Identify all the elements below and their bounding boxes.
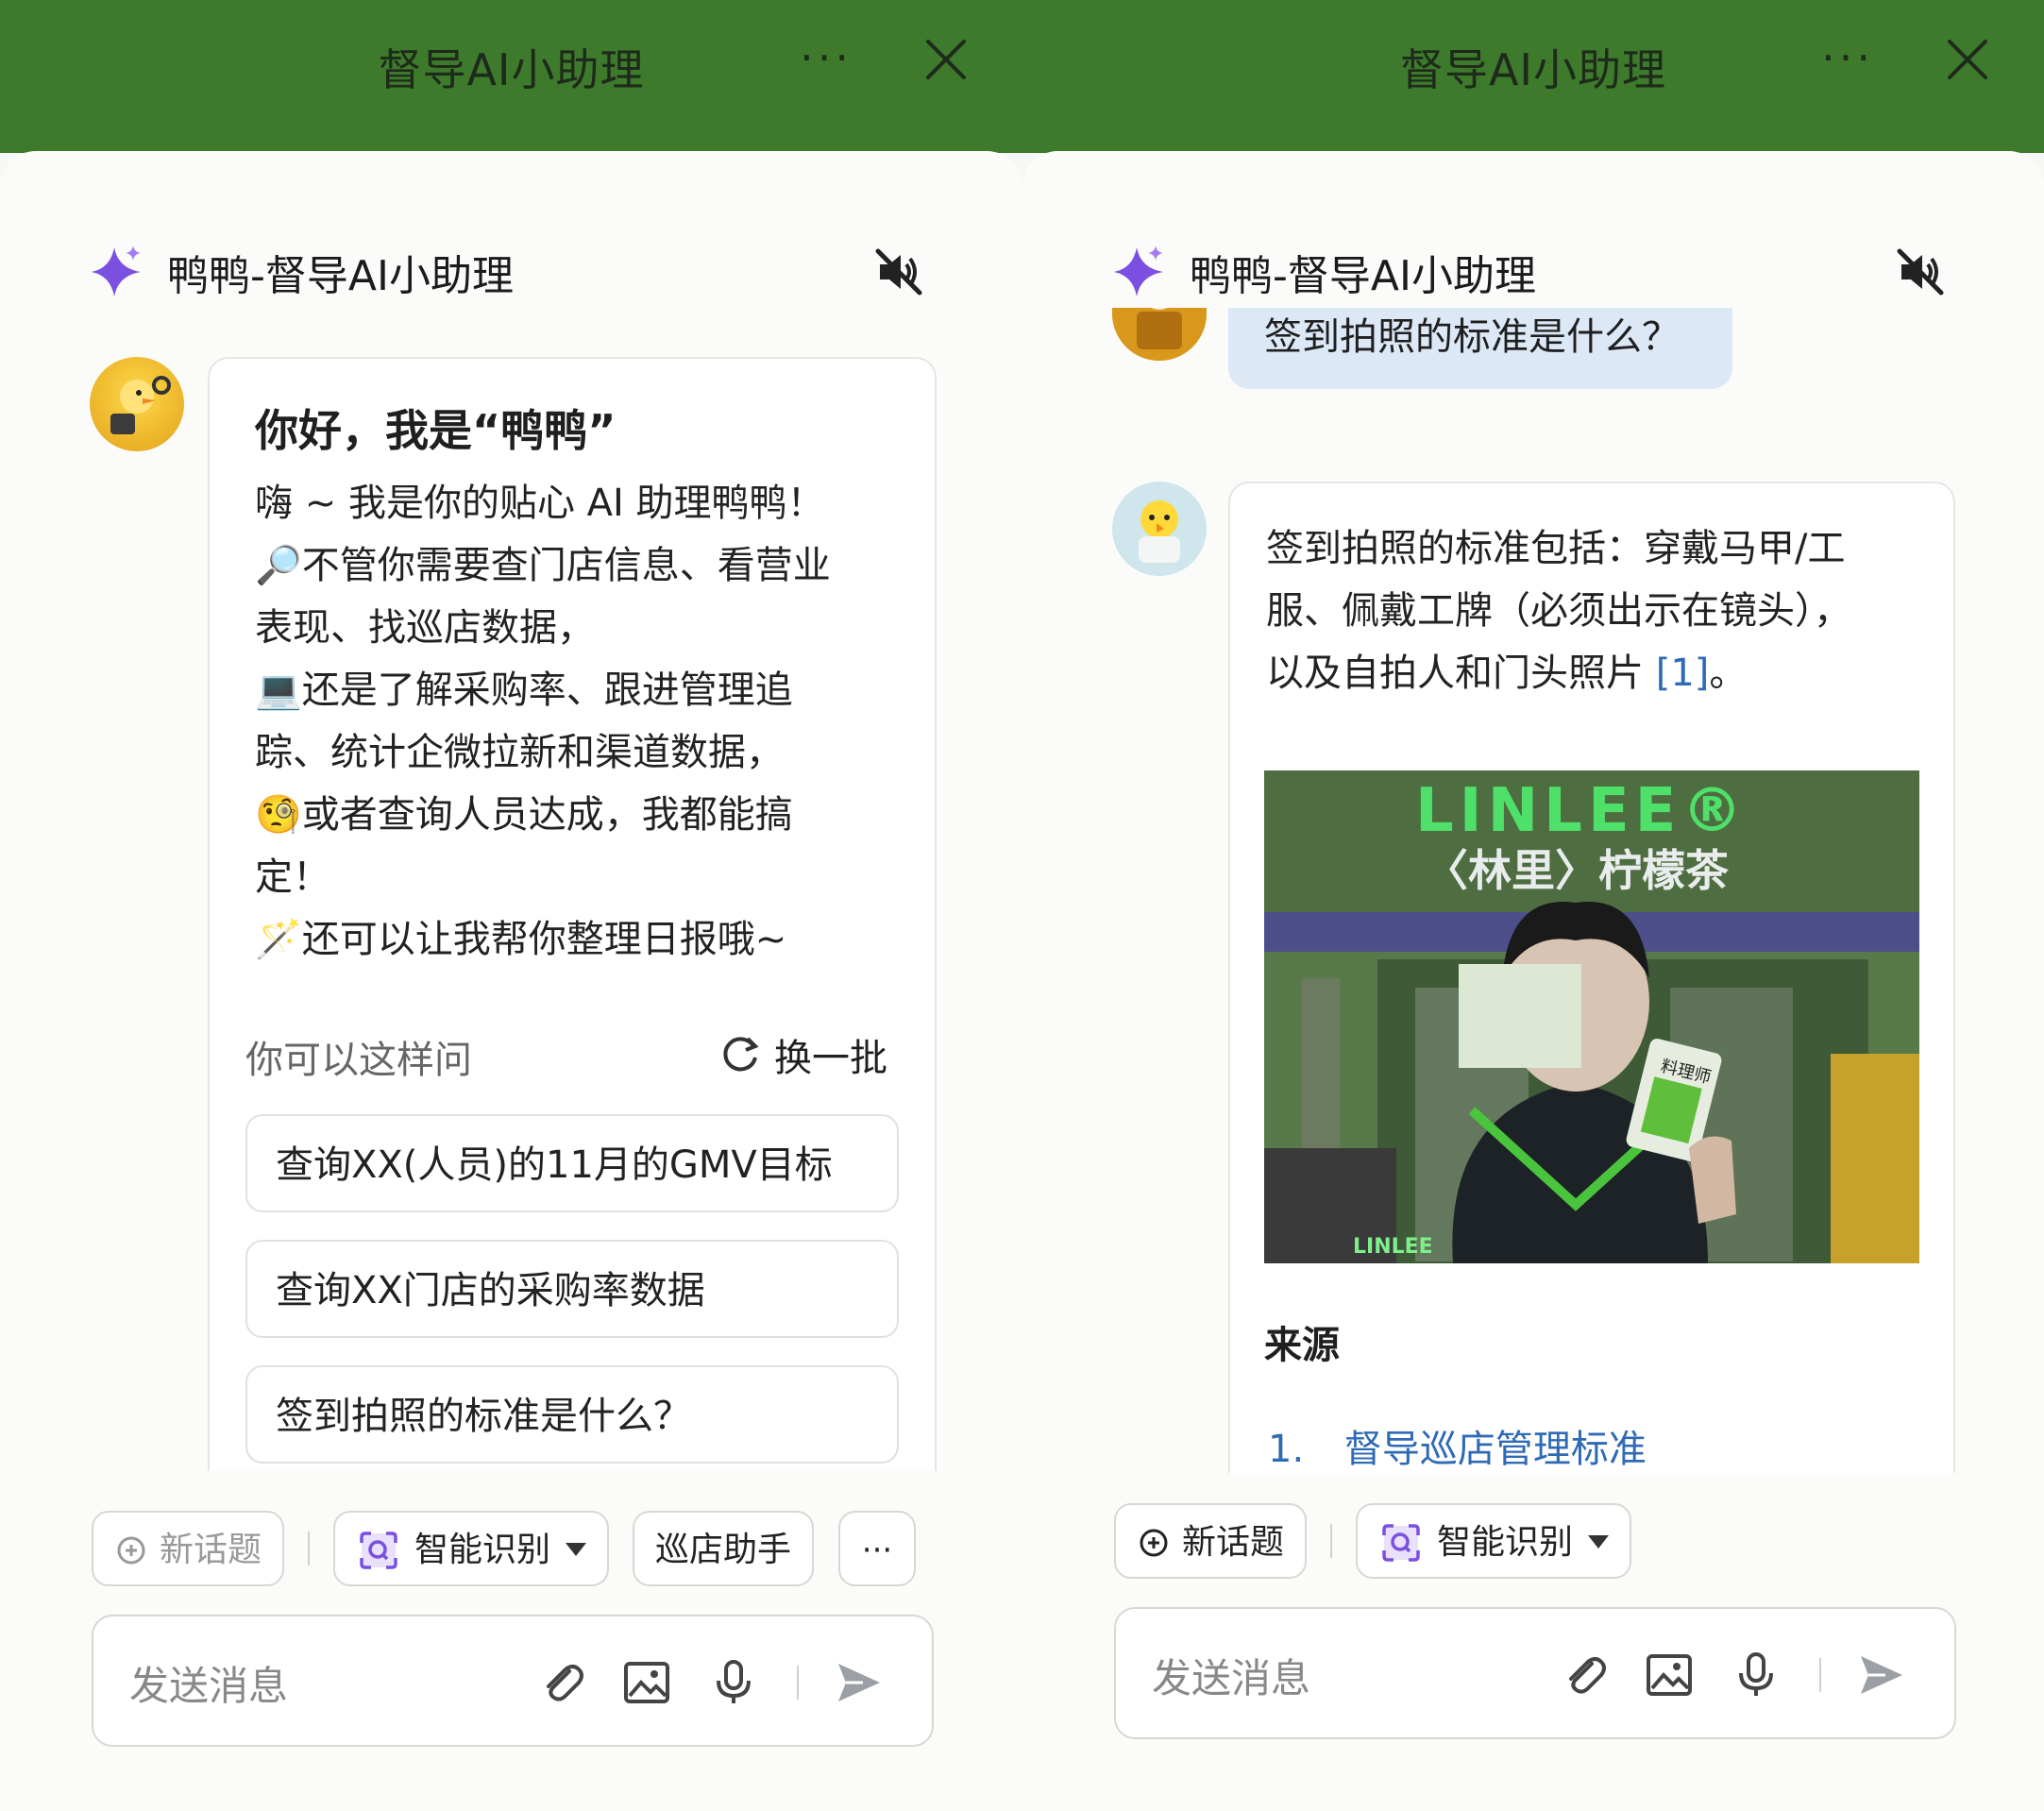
app-title: 督导AI小助理 — [378, 44, 645, 95]
close-icon[interactable] — [924, 38, 968, 81]
duck-avatar — [1112, 482, 1207, 576]
user-message-text: 签到拍照的标准是什么？ — [1264, 315, 1680, 359]
divider — [797, 1666, 799, 1700]
assistant-name: 鸭鸭-督导AI小助理 — [167, 252, 514, 300]
divider — [1819, 1658, 1821, 1692]
welcome-line: 🔎不管你需要查门店信息、看营业 — [255, 544, 831, 587]
checkin-photo[interactable]: LINLEE® 〈林里〉柠檬茶 料理师 LINLEE — [1264, 770, 1919, 1263]
answer-line: 签到拍照的标准包括：穿戴马甲/工 — [1266, 527, 1846, 570]
welcome-card: 你好，我是“鸭鸭” 嗨 ~ 我是你的贴心 AI 助理鸭鸭！ 🔎不管你需要查门店信… — [208, 357, 937, 1473]
answer-line-last: 以及自拍人和门头照片 [1]。 — [1266, 652, 1748, 695]
new-topic-label: 新话题 — [1182, 1523, 1285, 1562]
source-item[interactable]: 1. 督导巡店管理标准 — [1268, 1418, 1647, 1473]
shirt-logo: LINLEE — [1353, 1235, 1433, 1259]
suggestion-chip[interactable]: 签到拍照的标准是什么？ — [245, 1365, 899, 1464]
more-menu-button[interactable]: ··· — [1821, 32, 1874, 83]
sources-title: 来源 — [1264, 1324, 1340, 1367]
right-chat-panel: 督导AI小助理 ··· 签到拍照的标准是什么？ 签到拍照的标准包括：穿戴马甲/工… — [1022, 0, 2044, 1811]
source-index: 1. — [1268, 1428, 1305, 1471]
assistant-name: 鸭鸭-督导AI小助理 — [1190, 252, 1536, 300]
more-tools-button[interactable]: ··· — [838, 1511, 916, 1586]
app-title: 督导AI小助理 — [1399, 44, 1667, 95]
suggestion-chip[interactable]: 查询XX(人员)的11月的GMV目标 — [245, 1114, 899, 1212]
mute-icon[interactable] — [1896, 247, 1945, 296]
scan-icon — [1382, 1524, 1420, 1562]
welcome-title: 你好，我是“鸭鸭” — [255, 405, 617, 456]
assistant-header: 鸭鸭-督导AI小助理 — [90, 238, 966, 304]
left-chat-panel: 督导AI小助理 ··· 鸭鸭-督导AI小助理 你好，我是“鸭鸭” 嗨 ~ 我是你… — [0, 0, 1022, 1811]
smart-recognition-dropdown[interactable]: 智能识别 — [1356, 1503, 1631, 1579]
close-icon[interactable] — [1946, 38, 1989, 81]
divider — [308, 1532, 310, 1566]
image-icon[interactable] — [622, 1658, 671, 1707]
message-placeholder: 发送消息 — [1152, 1655, 1311, 1701]
message-input[interactable]: 发送消息 — [92, 1615, 934, 1747]
shop-assistant-button[interactable]: 巡店助手 — [633, 1511, 814, 1586]
attachment-icon[interactable] — [1560, 1650, 1609, 1700]
caret-down-icon — [1588, 1535, 1609, 1549]
welcome-line: 嗨 ~ 我是你的贴心 AI 助理鸭鸭！ — [255, 482, 825, 525]
divider — [1330, 1524, 1332, 1558]
message-placeholder: 发送消息 — [129, 1663, 289, 1709]
refresh-label: 换一批 — [774, 1037, 887, 1080]
welcome-line: 定！ — [255, 855, 330, 899]
chat-sheet: 鸭鸭-督导AI小助理 你好，我是“鸭鸭” 嗨 ~ 我是你的贴心 AI 助理鸭鸭！… — [0, 151, 1022, 1811]
more-menu-button[interactable]: ··· — [800, 32, 853, 83]
caret-down-icon — [566, 1543, 586, 1556]
welcome-line: 表现、找巡店数据， — [255, 606, 595, 650]
citation-link[interactable]: [1] — [1656, 652, 1710, 695]
new-topic-button[interactable]: 新话题 — [92, 1511, 284, 1586]
answer-line: 服、佩戴工牌（必须出示在镜头）， — [1266, 589, 1851, 633]
chat-sheet: 签到拍照的标准是什么？ 签到拍照的标准包括：穿戴马甲/工 服、佩戴工牌（必须出示… — [1022, 151, 2044, 1811]
refresh-icon — [723, 1037, 759, 1072]
assistant-header: 鸭鸭-督导AI小助理 — [1112, 238, 1987, 304]
new-topic-label: 新话题 — [160, 1531, 262, 1569]
welcome-line: 💻还是了解采购率、跟进管理追 — [255, 669, 793, 712]
plus-circle-icon — [1140, 1529, 1168, 1557]
welcome-line: 🧐或者查询人员达成，我都能搞 — [255, 793, 793, 837]
send-icon[interactable] — [1857, 1650, 1906, 1700]
smart-recognition-label: 智能识别 — [414, 1531, 551, 1569]
attachment-icon[interactable] — [537, 1658, 586, 1707]
plus-circle-icon — [117, 1536, 145, 1565]
refresh-button[interactable]: 换一批 — [723, 1027, 887, 1080]
sign-subtitle: 〈林里〉柠檬茶 — [1425, 845, 1729, 896]
top-bar: 督导AI小助理 ··· — [0, 0, 1022, 153]
welcome-line: 踪、统计企微拉新和渠道数据， — [255, 731, 784, 774]
sparkle-icon — [92, 245, 141, 296]
send-icon[interactable] — [835, 1658, 884, 1707]
microphone-icon[interactable] — [1731, 1650, 1781, 1700]
message-input[interactable]: 发送消息 — [1114, 1607, 1956, 1739]
top-bar: 督导AI小助理 ··· — [1022, 0, 2044, 153]
new-topic-button[interactable]: 新话题 — [1114, 1503, 1307, 1579]
smart-recognition-dropdown[interactable]: 智能识别 — [333, 1511, 609, 1586]
welcome-text: 嗨 ~ 我是你的贴心 AI 助理鸭鸭！ 🔎不管你需要查门店信息、看营业 表现、找… — [255, 472, 916, 971]
mute-icon[interactable] — [874, 247, 923, 296]
scan-icon — [360, 1532, 397, 1569]
answer-text: 签到拍照的标准包括：穿戴马甲/工 服、佩戴工牌（必须出示在镜头）， 以及自拍人和… — [1266, 517, 1927, 704]
ask-label: 你可以这样问 — [245, 1039, 472, 1082]
suggestion-chip[interactable]: 查询XX门店的采购率数据 — [245, 1240, 899, 1338]
source-link[interactable]: 督导巡店管理标准 — [1344, 1428, 1647, 1471]
welcome-line: 🪄还可以让我帮你整理日报哦~ — [255, 918, 787, 961]
smart-recognition-label: 智能识别 — [1437, 1523, 1574, 1562]
sign-logo: LINLEE® — [1415, 776, 1748, 846]
microphone-icon[interactable] — [709, 1658, 758, 1707]
duck-avatar — [90, 357, 184, 451]
image-icon[interactable] — [1645, 1650, 1694, 1700]
answer-card: 签到拍照的标准包括：穿戴马甲/工 服、佩戴工牌（必须出示在镜头）， 以及自拍人和… — [1228, 482, 1955, 1475]
sparkle-icon — [1114, 245, 1163, 296]
